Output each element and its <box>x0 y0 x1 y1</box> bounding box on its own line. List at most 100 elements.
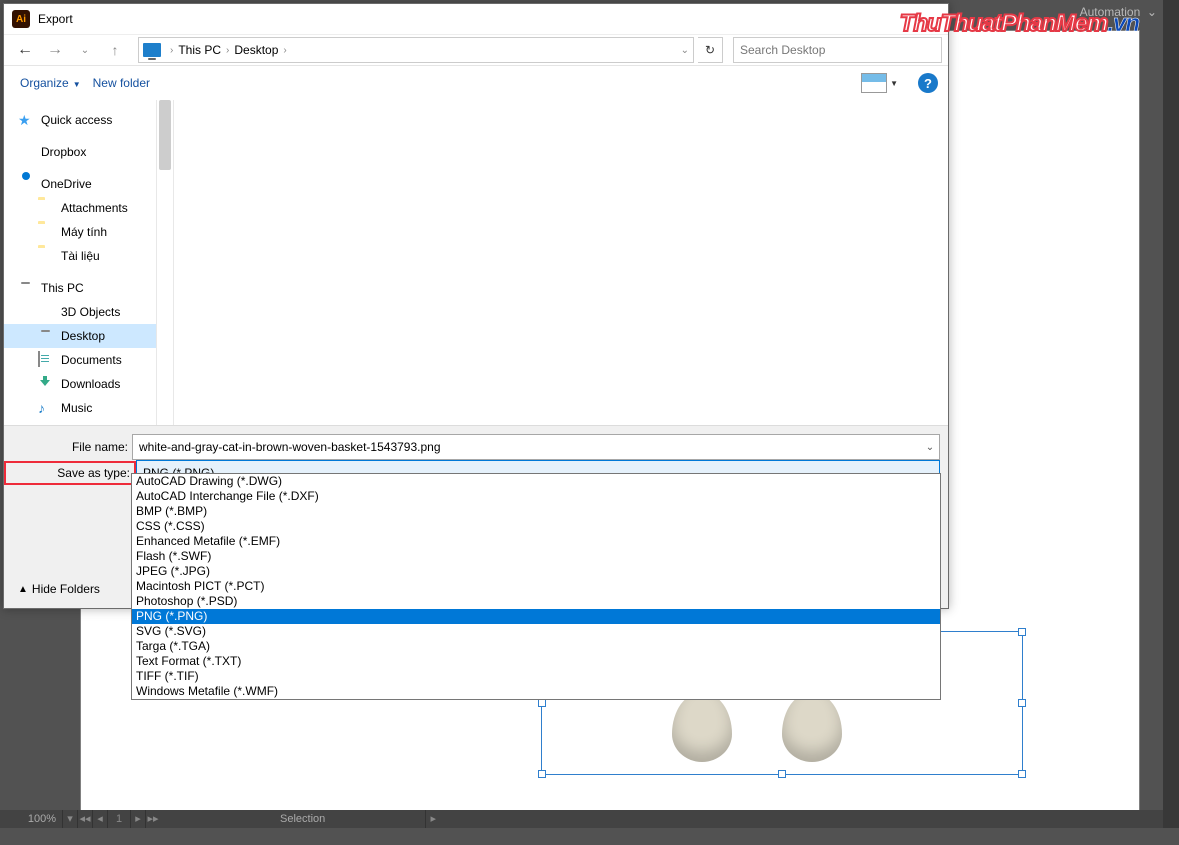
tree-label: Dropbox <box>41 145 86 159</box>
breadcrumb-desktop[interactable]: Desktop <box>234 43 278 57</box>
illustrator-app: 100% ▾ ◂◂ ◂ 1 ▸ ▸▸ Selection ▸ Automatio… <box>0 0 1179 845</box>
refresh-button[interactable]: ↻ <box>698 37 723 63</box>
file-type-option[interactable]: AutoCAD Drawing (*.DWG) <box>132 474 940 489</box>
document-icon <box>38 352 54 368</box>
last-artboard-icon[interactable]: ▸▸ <box>145 810 160 828</box>
file-name-input[interactable]: white-and-gray-cat-in-brown-woven-basket… <box>132 434 940 460</box>
up-button[interactable]: ↑ <box>100 42 130 58</box>
tree-scrollbar[interactable] <box>156 100 173 425</box>
tree-tai-lieu[interactable]: Tài liệu <box>4 244 156 268</box>
tree-music[interactable]: ♪ Music <box>4 396 156 420</box>
view-mode-button[interactable] <box>861 73 887 93</box>
file-type-option[interactable]: CSS (*.CSS) <box>132 519 940 534</box>
tree-desktop[interactable]: Desktop <box>4 324 156 348</box>
tree-label: Desktop <box>61 329 105 343</box>
tree-label: Documents <box>61 353 122 367</box>
view-mode-dropdown-icon[interactable]: ▼ <box>890 79 898 88</box>
file-type-option[interactable]: JPEG (*.JPG) <box>132 564 940 579</box>
tree-dropbox[interactable]: Dropbox <box>4 140 156 164</box>
back-button[interactable]: ← <box>10 41 40 59</box>
folder-icon <box>38 224 54 240</box>
save-as-type-option-list: AutoCAD Drawing (*.DWG)AutoCAD Interchan… <box>131 473 941 700</box>
cat-image-shape <box>672 692 732 762</box>
chevron-right-icon[interactable]: › <box>278 45 291 56</box>
organize-button[interactable]: Organize▼ <box>14 76 87 90</box>
star-icon: ★ <box>18 112 34 128</box>
file-type-option[interactable]: PNG (*.PNG) <box>132 609 940 624</box>
breadcrumb-dropdown-icon[interactable]: ⌄ <box>681 45 689 56</box>
breadcrumb-this-pc[interactable]: This PC <box>178 43 221 57</box>
file-list-area[interactable] <box>173 100 948 425</box>
file-type-option[interactable]: Windows Metafile (*.WMF) <box>132 684 940 699</box>
tree-label: Máy tính <box>61 225 107 239</box>
tree-label: This PC <box>41 281 84 295</box>
dialog-toolbar: Organize▼ New folder ▼ ? <box>4 66 948 100</box>
tree-label: Downloads <box>61 377 120 391</box>
tree-3d-objects[interactable]: 3D Objects <box>4 300 156 324</box>
first-artboard-icon[interactable]: ◂◂ <box>77 810 92 828</box>
cat-image-shape <box>782 692 842 762</box>
tree-label: Tài liệu <box>61 249 100 263</box>
next-artboard-icon[interactable]: ▸ <box>130 810 145 828</box>
file-type-option[interactable]: Macintosh PICT (*.PCT) <box>132 579 940 594</box>
illustrator-app-icon: Ai <box>12 10 30 28</box>
file-type-option[interactable]: Text Format (*.TXT) <box>132 654 940 669</box>
new-folder-button[interactable]: New folder <box>87 76 156 90</box>
file-type-option[interactable]: Flash (*.SWF) <box>132 549 940 564</box>
zoom-dropdown-icon[interactable]: ▾ <box>62 810 77 828</box>
automation-menu[interactable]: Automation ⌄ <box>1080 0 1179 19</box>
status-tool: Selection <box>280 813 325 825</box>
file-type-option[interactable]: AutoCAD Interchange File (*.DXF) <box>132 489 940 504</box>
folder-icon <box>38 248 54 264</box>
dialog-titlebar: Ai Export <box>4 4 948 34</box>
artboard-number[interactable]: 1 <box>107 810 130 828</box>
tree-this-pc[interactable]: This PC <box>4 276 156 300</box>
help-button[interactable]: ? <box>918 73 938 93</box>
breadcrumb-bar[interactable]: › This PC › Desktop › ⌄ <box>138 37 694 63</box>
chevron-right-icon[interactable]: › <box>221 45 234 56</box>
this-pc-icon <box>143 43 161 57</box>
file-type-option[interactable]: SVG (*.SVG) <box>132 624 940 639</box>
file-name-label: File name: <box>4 440 132 454</box>
nav-bar: ← → ⌄ ↑ › This PC › Desktop › ⌄ ↻ Search… <box>4 34 948 66</box>
save-as-type-label: Save as type: <box>4 461 136 485</box>
file-type-option[interactable]: BMP (*.BMP) <box>132 504 940 519</box>
tree-label: OneDrive <box>41 177 92 191</box>
tree-onedrive[interactable]: OneDrive <box>4 172 156 196</box>
dropbox-icon <box>18 144 34 160</box>
file-name-value: white-and-gray-cat-in-brown-woven-basket… <box>133 440 921 454</box>
tree-label: Attachments <box>61 201 128 215</box>
download-icon <box>38 376 54 392</box>
tree-downloads[interactable]: Downloads <box>4 372 156 396</box>
prev-artboard-icon[interactable]: ◂ <box>92 810 107 828</box>
file-type-option[interactable]: TIFF (*.TIF) <box>132 669 940 684</box>
chevron-down-icon[interactable]: ⌄ <box>921 442 939 453</box>
chevron-right-icon[interactable]: › <box>165 45 178 56</box>
tree-label: 3D Objects <box>61 305 120 319</box>
music-icon: ♪ <box>38 400 54 416</box>
zoom-level[interactable]: 100% <box>0 813 62 825</box>
file-type-option[interactable]: Enhanced Metafile (*.EMF) <box>132 534 940 549</box>
ai-right-panel-strip <box>1163 0 1179 828</box>
tree-quick-access[interactable]: ★ Quick access <box>4 108 156 132</box>
file-type-option[interactable]: Targa (*.TGA) <box>132 639 940 654</box>
forward-button[interactable]: → <box>40 41 70 59</box>
chevron-up-icon: ▲ <box>18 584 28 595</box>
dialog-title: Export <box>38 12 73 26</box>
tree-label: Music <box>61 401 92 415</box>
scroll-left-icon[interactable]: ▸ <box>425 810 440 828</box>
this-pc-icon <box>18 280 34 296</box>
tree-label: Quick access <box>41 113 112 127</box>
navigation-tree: ★ Quick access Dropbox OneDrive Attachmen… <box>4 100 156 425</box>
file-type-option[interactable]: Photoshop (*.PSD) <box>132 594 940 609</box>
tree-attachments[interactable]: Attachments <box>4 196 156 220</box>
hide-folders-label: Hide Folders <box>32 582 100 596</box>
hide-folders-button[interactable]: ▲ Hide Folders <box>18 582 100 596</box>
history-dropdown-icon[interactable]: ⌄ <box>70 45 100 56</box>
tree-documents[interactable]: Documents <box>4 348 156 372</box>
ai-status-bar: 100% ▾ ◂◂ ◂ 1 ▸ ▸▸ Selection ▸ <box>0 810 1163 828</box>
tree-may-tinh[interactable]: Máy tính <box>4 220 156 244</box>
search-input[interactable]: Search Desktop <box>733 37 942 63</box>
scrollbar-thumb[interactable] <box>159 100 171 170</box>
this-pc-icon <box>38 328 54 344</box>
